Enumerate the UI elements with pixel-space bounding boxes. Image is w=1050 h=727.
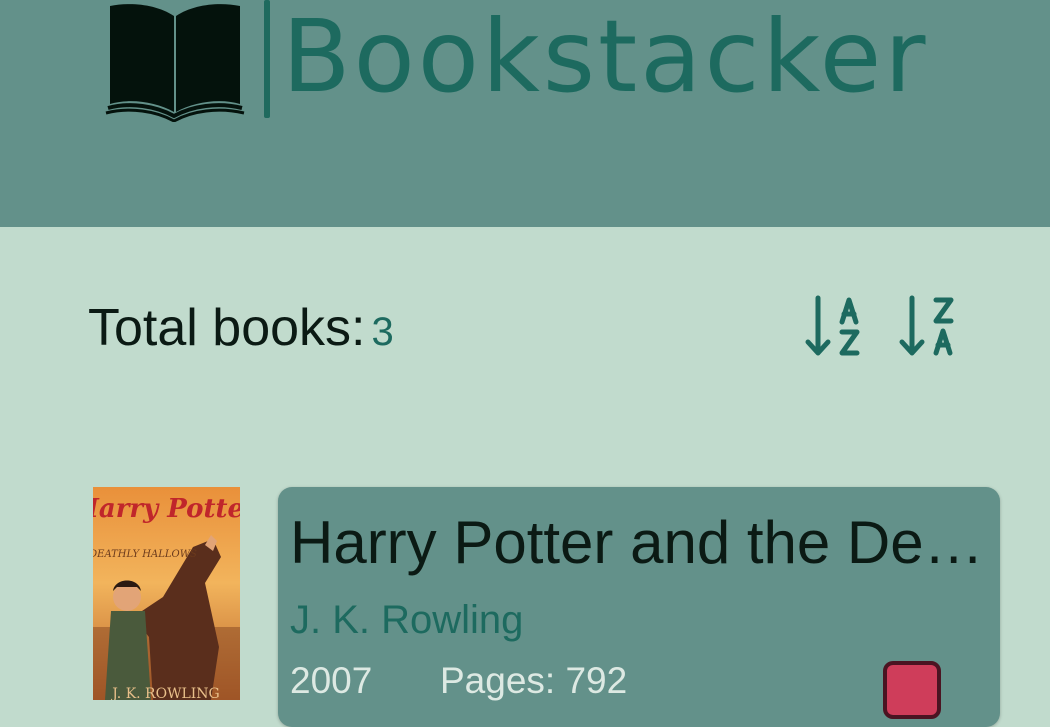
book-status-badge[interactable] (883, 661, 941, 719)
book-pages: Pages: 792 (440, 660, 628, 701)
book-cover[interactable]: Harry Potter DEATHLY HALLOWS J. K. ROWLI… (93, 487, 240, 700)
total-books: Total books: 3 (88, 296, 394, 364)
sort-ascending-button[interactable] (802, 292, 864, 360)
app-header: Bookstacker (0, 0, 1050, 227)
total-books-count: 3 (371, 310, 394, 354)
app-title: Bookstacker (282, 0, 929, 115)
open-book-icon (105, 4, 245, 122)
cover-subtitle: DEATHLY HALLOWS (93, 549, 197, 560)
sort-z-a-icon (899, 295, 954, 356)
book-title: Harry Potter and the Deathly Hallows (290, 509, 990, 576)
book-card[interactable]: Harry Potter and the Deathly Hallows J. … (278, 487, 1000, 727)
book-author: J. K. Rowling (290, 598, 524, 642)
logo-divider (264, 0, 270, 118)
cover-title: Harry Potter (93, 494, 240, 524)
cover-author: J. K. ROWLING (110, 686, 219, 700)
sort-descending-button[interactable] (896, 292, 958, 360)
book-year: 2007 (290, 660, 373, 701)
total-books-label: Total books: (88, 299, 366, 357)
sort-a-z-icon (805, 295, 860, 356)
book-cover-image: Harry Potter DEATHLY HALLOWS J. K. ROWLI… (93, 487, 240, 700)
